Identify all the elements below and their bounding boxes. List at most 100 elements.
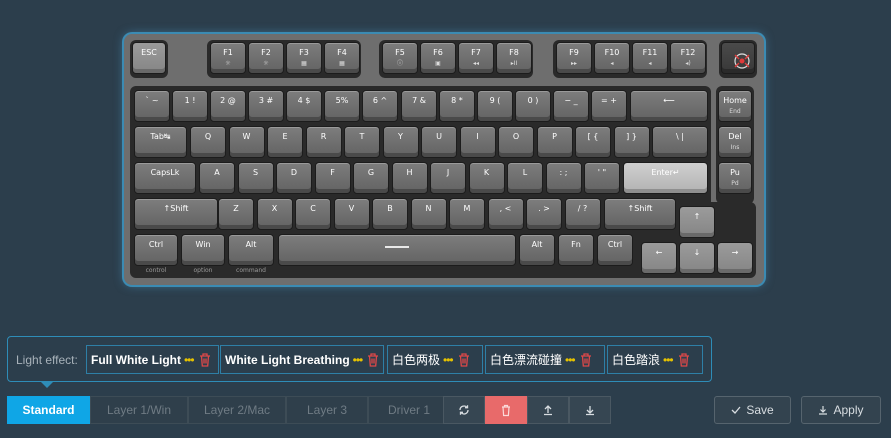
key-letter[interactable]: O: [498, 126, 534, 158]
key-letter[interactable]: ] }: [613, 126, 650, 158]
key-letter[interactable]: [ {: [575, 126, 611, 158]
trash-icon[interactable]: [677, 352, 691, 368]
key-f5[interactable]: F5 ⓘ: [382, 42, 418, 74]
key-letter[interactable]: L: [507, 162, 543, 194]
key-fn[interactable]: Fn: [558, 234, 594, 266]
key-letter[interactable]: B: [372, 198, 408, 230]
key-num[interactable]: 6 ^: [362, 90, 398, 122]
key-ctrl-left[interactable]: Ctrl control: [134, 234, 178, 274]
key-esc[interactable]: ESC: [132, 42, 166, 74]
key-del[interactable]: Del Ins: [718, 126, 752, 158]
key-f3[interactable]: F3 ▦: [286, 42, 322, 74]
key-letter[interactable]: D: [276, 162, 312, 194]
key-letter[interactable]: S: [237, 162, 274, 194]
key-letter[interactable]: N: [410, 198, 447, 230]
key-win[interactable]: Win option: [181, 234, 225, 274]
key-letter[interactable]: E: [267, 126, 303, 158]
key-num[interactable]: 1 !: [172, 90, 208, 122]
key-letter[interactable]: ' ": [584, 162, 620, 194]
key-letter[interactable]: R: [305, 126, 342, 158]
layer-tab[interactable]: Layer 2/Mac: [188, 396, 286, 424]
key-f8[interactable]: F8 ▸II: [496, 42, 532, 74]
key-letter[interactable]: , <: [487, 198, 524, 230]
key-letter[interactable]: : ;: [545, 162, 582, 194]
key-letter[interactable]: W: [228, 126, 265, 158]
save-button[interactable]: Save: [714, 396, 791, 424]
key-letter[interactable]: J: [430, 162, 466, 194]
key-letter[interactable]: K: [468, 162, 505, 194]
trash-icon[interactable]: [366, 352, 380, 368]
layer-tab[interactable]: Layer 1/Win: [90, 396, 188, 424]
key-f9[interactable]: F9 ▸▸: [556, 42, 592, 74]
key-backspace[interactable]: ⟵: [630, 90, 708, 122]
key-letter[interactable]: M: [449, 198, 485, 230]
trash-icon[interactable]: [457, 352, 471, 368]
key-num[interactable]: 8 *: [439, 90, 475, 122]
key-letter[interactable]: / ?: [564, 198, 601, 230]
key-home[interactable]: Home End: [718, 90, 752, 122]
key-backslash[interactable]: \ |: [652, 126, 708, 158]
key-ctrl-right[interactable]: Ctrl: [597, 234, 633, 266]
more-options-icon[interactable]: •••: [663, 353, 674, 367]
upload-button[interactable]: [527, 396, 569, 424]
light-effect-item[interactable]: 白色漂流碰撞 •••: [485, 345, 605, 374]
key-letter[interactable]: U: [421, 126, 457, 158]
key-f12[interactable]: F12 ◂): [670, 42, 706, 74]
more-options-icon[interactable]: •••: [184, 353, 195, 367]
key-f7[interactable]: F7 ◂◂: [458, 42, 494, 74]
key-num[interactable]: 7 &: [401, 90, 437, 122]
key-arrow-left[interactable]: ←: [641, 242, 677, 274]
key-letter[interactable]: A: [199, 162, 235, 194]
key-letter[interactable]: H: [391, 162, 428, 194]
light-effect-item[interactable]: 白色两极 •••: [387, 345, 483, 374]
key-num[interactable]: 4 $: [286, 90, 322, 122]
light-effect-item[interactable]: Full White Light •••: [86, 345, 219, 374]
key-letter[interactable]: X: [256, 198, 293, 230]
key-f10[interactable]: F10 ◂: [594, 42, 630, 74]
key-num[interactable]: − _: [553, 90, 589, 122]
key-num[interactable]: 5%: [324, 90, 360, 122]
more-options-icon[interactable]: •••: [565, 353, 576, 367]
key-num[interactable]: ` ~: [134, 90, 170, 122]
key-shift-left[interactable]: ↑Shift: [134, 198, 218, 230]
key-letter[interactable]: T: [344, 126, 380, 158]
key-arrow-up[interactable]: ↑: [679, 206, 715, 238]
refresh-button[interactable]: [443, 396, 485, 424]
key-alt-right[interactable]: Alt: [519, 234, 555, 266]
key-alt-left[interactable]: Alt command: [228, 234, 274, 274]
key-pageup[interactable]: Pu Pd: [718, 162, 752, 194]
key-letter[interactable]: Z: [218, 198, 254, 230]
light-effect-item[interactable]: White Light Breathing •••: [220, 345, 384, 374]
key-letter[interactable]: I: [459, 126, 496, 158]
delete-button[interactable]: [485, 396, 527, 424]
key-num[interactable]: 2 @: [210, 90, 246, 122]
key-letter[interactable]: F: [314, 162, 351, 194]
more-options-icon[interactable]: •••: [443, 353, 454, 367]
key-letter[interactable]: V: [333, 198, 370, 230]
trash-icon[interactable]: [579, 352, 593, 368]
key-f2[interactable]: F2 ☼: [248, 42, 284, 74]
key-enter[interactable]: Enter↵: [623, 162, 708, 194]
key-letter[interactable]: . >: [526, 198, 562, 230]
key-letter[interactable]: P: [536, 126, 573, 158]
light-effect-item[interactable]: 白色踏浪 •••: [607, 345, 703, 374]
key-arrow-down[interactable]: ↓: [679, 242, 715, 274]
layer-tab[interactable]: Layer 3: [286, 396, 368, 424]
key-capslock[interactable]: CapsLk: [134, 162, 196, 194]
trash-icon[interactable]: [198, 352, 212, 368]
key-num[interactable]: 9 (: [477, 90, 513, 122]
key-num[interactable]: 0 ): [515, 90, 551, 122]
key-num[interactable]: = +: [591, 90, 627, 122]
key-letter[interactable]: Q: [190, 126, 226, 158]
apply-button[interactable]: Apply: [801, 396, 881, 424]
key-space[interactable]: [278, 234, 516, 266]
key-shift-right[interactable]: ↑Shift: [604, 198, 676, 230]
key-tab[interactable]: Tab↹: [134, 126, 187, 158]
key-letter[interactable]: G: [353, 162, 389, 194]
key-arrow-right[interactable]: →: [717, 242, 753, 274]
logo-key[interactable]: [721, 42, 755, 74]
download-button[interactable]: [569, 396, 611, 424]
key-letter[interactable]: Y: [382, 126, 419, 158]
layer-tab[interactable]: Standard: [7, 396, 90, 424]
key-letter[interactable]: C: [295, 198, 331, 230]
